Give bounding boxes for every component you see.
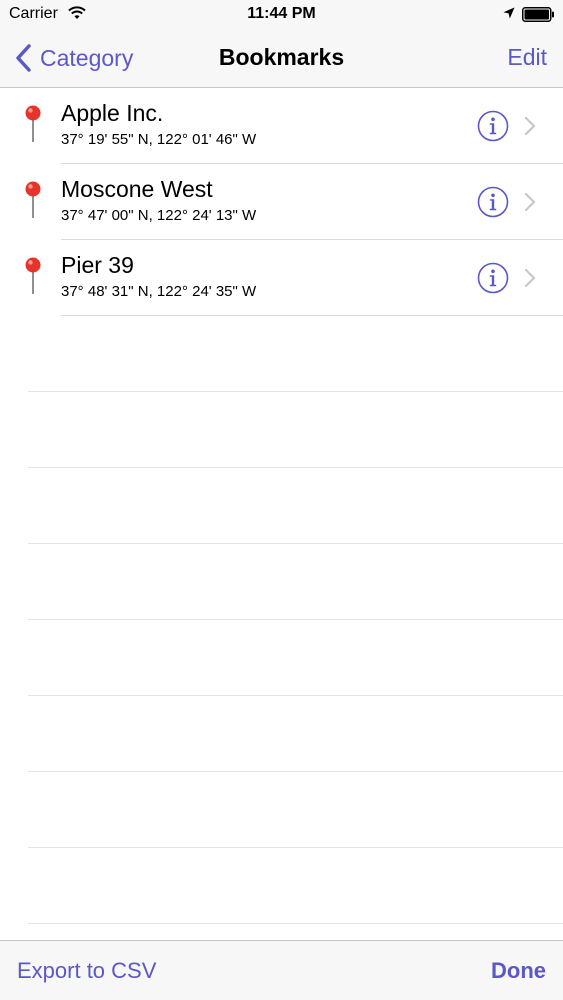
info-icon[interactable] — [477, 262, 509, 294]
bookmark-list: Apple Inc. 37° 19' 55" N, 122° 01' 46" W… — [0, 88, 563, 316]
empty-row-separator — [28, 619, 563, 620]
edit-button[interactable]: Edit — [507, 44, 547, 71]
disclosure-chevron-icon — [524, 116, 536, 136]
empty-row-separator — [28, 695, 563, 696]
bookmark-row[interactable]: Pier 39 37° 48' 31" N, 122° 24' 35" W — [0, 240, 563, 316]
empty-row-separator — [28, 467, 563, 468]
bookmark-coordinates: 37° 47' 00" N, 122° 24' 13" W — [61, 207, 257, 224]
empty-row-separator — [28, 771, 563, 772]
empty-row-separator — [28, 391, 563, 392]
bookmark-coordinates: 37° 19' 55" N, 122° 01' 46" W — [61, 131, 257, 148]
bookmark-row[interactable]: Apple Inc. 37° 19' 55" N, 122° 01' 46" W — [0, 88, 563, 164]
location-arrow-icon — [503, 7, 515, 19]
pin-icon — [25, 105, 41, 142]
info-icon[interactable] — [477, 186, 509, 218]
empty-row-separator — [28, 543, 563, 544]
bookmark-name: Moscone West — [61, 176, 213, 202]
info-icon[interactable] — [477, 110, 509, 142]
battery-icon — [522, 7, 554, 22]
status-bar: Carrier 11:44 PM — [0, 0, 563, 30]
status-time: 11:44 PM — [247, 5, 316, 22]
bookmark-name: Pier 39 — [61, 252, 134, 278]
bottom-toolbar: Export to CSV Done — [0, 940, 563, 1000]
bookmark-name: Apple Inc. — [61, 100, 164, 126]
export-csv-button[interactable]: Export to CSV — [17, 958, 156, 984]
empty-row-separator — [28, 847, 563, 848]
disclosure-chevron-icon — [524, 192, 536, 212]
bookmark-coordinates: 37° 48' 31" N, 122° 24' 35" W — [61, 283, 257, 300]
pin-icon — [25, 257, 41, 294]
empty-row-separator — [28, 923, 563, 924]
bookmarks-screen: Carrier 11:44 PM Category Bookmarks Edit — [0, 0, 563, 1000]
done-button[interactable]: Done — [491, 958, 546, 984]
disclosure-chevron-icon — [524, 268, 536, 288]
navigation-bar: Category Bookmarks Edit — [0, 30, 563, 88]
page-title: Bookmarks — [218, 44, 345, 70]
pin-icon — [25, 181, 41, 218]
bookmark-row[interactable]: Moscone West 37° 47' 00" N, 122° 24' 13"… — [0, 164, 563, 240]
empty-table-area — [0, 316, 563, 940]
